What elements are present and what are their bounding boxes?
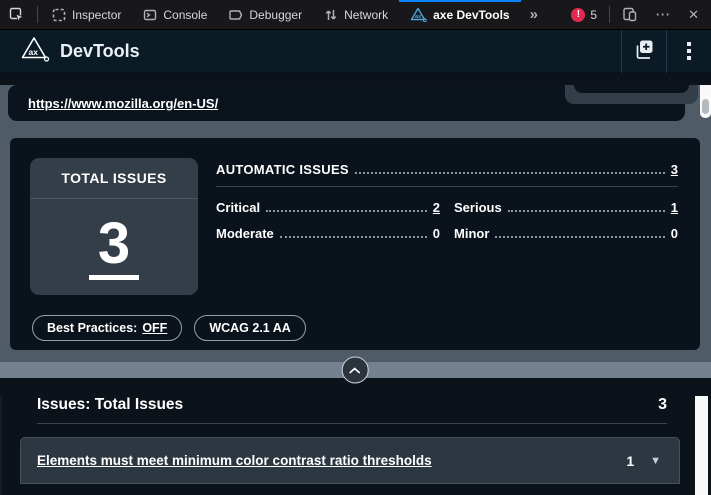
severity-row: Critical 2 Serious 1 (216, 200, 678, 215)
inspector-icon (52, 8, 66, 22)
tab-label: Console (163, 8, 207, 22)
divider (216, 186, 678, 187)
tab-console[interactable]: Console (132, 0, 218, 29)
automatic-issues-row: AUTOMATIC ISSUES 3 (216, 162, 678, 177)
issues-scrollbar[interactable] (695, 396, 708, 495)
total-issues-tile: TOTAL ISSUES 3 (30, 158, 198, 295)
total-issues-value-wrap: 3 (30, 199, 198, 295)
severity-minor: Minor 0 (454, 226, 678, 241)
best-practices-chip[interactable]: Best Practices: OFF (32, 315, 182, 341)
copy-plus-icon (633, 38, 655, 65)
severity-label: Moderate (216, 226, 274, 241)
network-icon (324, 8, 338, 22)
severity-serious: Serious 1 (454, 200, 678, 215)
caret-down-icon: ▼ (650, 455, 661, 467)
error-count: 5 (590, 8, 597, 22)
console-icon (143, 8, 157, 22)
issues-heading-row: Issues: Total Issues 3 (37, 396, 667, 414)
upper-scrollbar-thumb[interactable] (702, 99, 709, 114)
collapse-summary-button[interactable] (341, 357, 368, 384)
issue-accordion-row[interactable]: Elements must meet minimum color contras… (20, 437, 680, 484)
svg-text:ax: ax (29, 47, 39, 57)
severity-value[interactable]: 2 (433, 200, 440, 215)
panel-title: DevTools (60, 41, 140, 62)
responsive-design-icon (622, 7, 637, 22)
divider (609, 6, 610, 23)
dot-leader (280, 236, 427, 238)
error-badge-icon: ! (571, 8, 585, 22)
axe-tab-icon: ax (410, 7, 427, 22)
upper-scrollbar[interactable] (700, 85, 711, 118)
severity-label: Critical (216, 200, 260, 215)
axe-header: ax DevTools (0, 30, 711, 73)
tab-overflow-button[interactable]: » (521, 0, 547, 29)
close-icon: ✕ (688, 8, 699, 21)
dot-leader (495, 236, 664, 238)
devtools-tabbar: Inspector Console Debugger Network (0, 0, 711, 30)
tab-label: Debugger (249, 8, 302, 22)
tab-network[interactable]: Network (313, 0, 399, 29)
automatic-issues-value[interactable]: 3 (671, 162, 678, 177)
chip-state: OFF (142, 321, 167, 335)
scanned-url-link[interactable]: https://www.mozilla.org/en-US/ (28, 96, 218, 111)
chip-label: WCAG 2.1 AA (209, 321, 291, 335)
automatic-issues-label: AUTOMATIC ISSUES (216, 162, 349, 177)
summary-card: TOTAL ISSUES 3 AUTOMATIC ISSUES 3 Critic… (10, 138, 700, 350)
severity-value[interactable]: 1 (671, 200, 678, 215)
responsive-design-button[interactable] (613, 0, 646, 29)
new-scan-button[interactable] (622, 30, 666, 73)
tab-label: Inspector (72, 8, 121, 22)
summary-pane: https://www.mozilla.org/en-US/ TOTAL ISS… (0, 85, 711, 362)
dot-leader (266, 210, 427, 212)
issue-rule-link[interactable]: Elements must meet minimum color contras… (37, 453, 626, 468)
severity-moderate: Moderate 0 (216, 226, 440, 241)
severity-grid: Critical 2 Serious 1 Moderate 0 (216, 200, 678, 241)
divider (37, 423, 667, 424)
severity-label: Minor (454, 226, 489, 241)
chevron-up-icon (349, 361, 361, 379)
tab-label: axe DevTools (433, 8, 509, 22)
debugger-icon (229, 8, 243, 22)
node-picker-icon (9, 7, 25, 23)
issues-total-count: 3 (658, 396, 667, 414)
meatball-menu-icon: ⋯ (655, 7, 670, 22)
total-issues-value[interactable]: 3 (89, 215, 139, 280)
issues-pane: Issues: Total Issues 3 Elements must mee… (0, 396, 711, 495)
tab-debugger[interactable]: Debugger (218, 0, 313, 29)
devtools-menu-button[interactable]: ⋯ (646, 0, 679, 29)
scan-controls-inner (574, 85, 689, 93)
standard-chips: Best Practices: OFF WCAG 2.1 AA (32, 315, 306, 341)
options-menu-button[interactable] (667, 30, 711, 73)
chevron-double-right-icon: » (530, 7, 538, 22)
tab-axe-devtools[interactable]: ax axe DevTools (399, 0, 520, 29)
chip-prefix: Best Practices: (47, 321, 137, 335)
dot-leader (355, 172, 665, 174)
severity-value: 0 (433, 226, 440, 241)
severity-row: Moderate 0 Minor 0 (216, 226, 678, 241)
severity-value: 0 (671, 226, 678, 241)
tab-inspector[interactable]: Inspector (41, 0, 132, 29)
issue-instance-count: 1 (626, 453, 634, 469)
pane-splitter[interactable] (0, 362, 711, 378)
error-count-button[interactable]: ! 5 (562, 0, 606, 29)
close-devtools-button[interactable]: ✕ (679, 0, 711, 29)
svg-text:ax: ax (415, 14, 422, 20)
severity-label: Serious (454, 200, 502, 215)
axe-logo-icon: ax (20, 35, 50, 67)
issues-heading: Issues: Total Issues (37, 396, 658, 414)
severity-critical: Critical 2 (216, 200, 440, 215)
divider (37, 6, 38, 23)
pick-element-button[interactable] (0, 0, 34, 29)
total-issues-label: TOTAL ISSUES (30, 158, 198, 199)
dot-leader (508, 210, 665, 212)
wcag-chip[interactable]: WCAG 2.1 AA (194, 315, 306, 341)
tab-label: Network (344, 8, 388, 22)
scan-controls-partial[interactable] (565, 85, 698, 104)
kebab-menu-icon (687, 42, 691, 60)
